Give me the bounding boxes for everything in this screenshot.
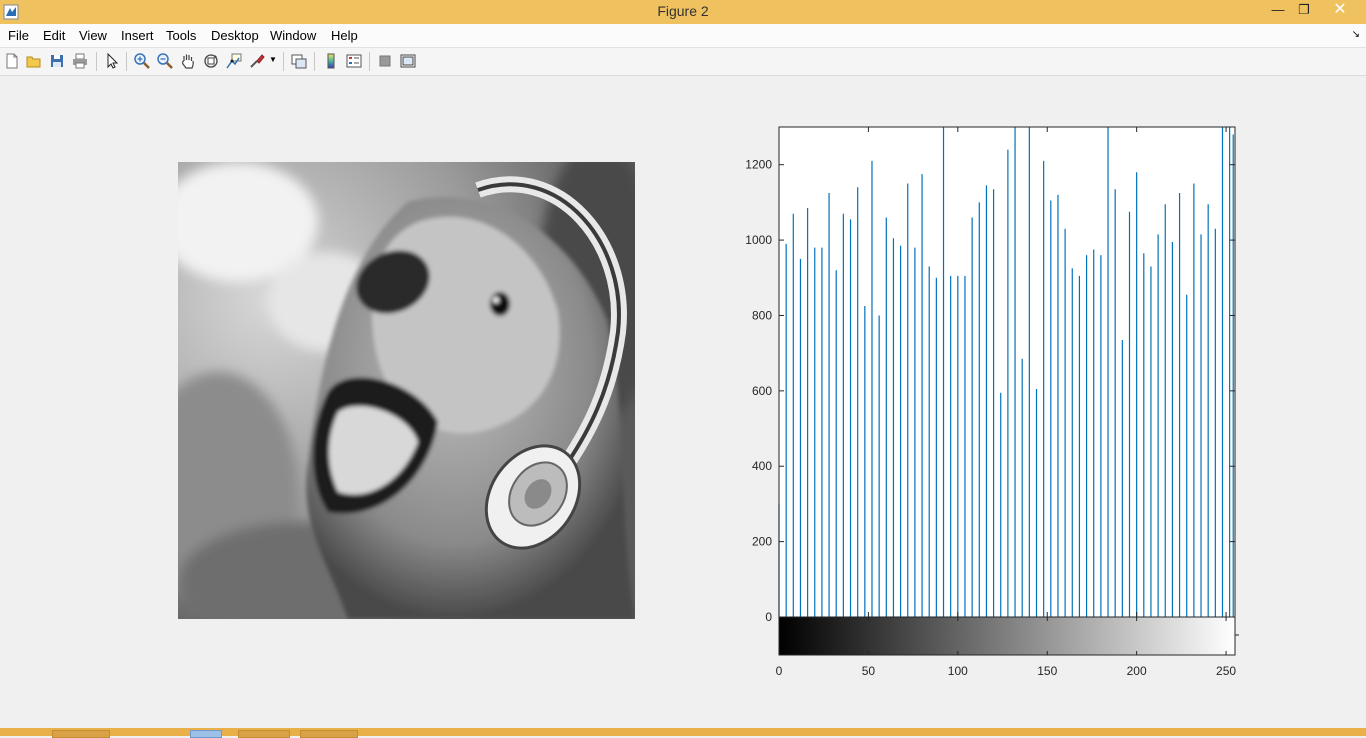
taskbar-button[interactable]	[238, 730, 290, 738]
toolbar-separator	[126, 52, 127, 71]
x-tick-label: 200	[1127, 664, 1147, 678]
menu-edit[interactable]: Edit	[43, 28, 65, 43]
y-tick-label: 400	[752, 459, 772, 473]
data-cursor-icon[interactable]	[225, 52, 243, 70]
colorbar-icon[interactable]	[322, 52, 340, 70]
hide-plot-tools-icon[interactable]	[376, 52, 394, 70]
x-tick-label: 0	[776, 664, 783, 678]
y-tick-label: 1000	[745, 233, 772, 247]
x-tick-label: 50	[862, 664, 876, 678]
brush-icon[interactable]	[248, 52, 266, 70]
y-tick-label: 1200	[745, 158, 772, 172]
menu-bar: File Edit View Insert Tools Desktop Wind…	[0, 24, 1366, 48]
toolbar-separator	[369, 52, 370, 71]
link-plot-icon[interactable]	[290, 52, 308, 70]
new-figure-icon[interactable]	[3, 52, 21, 70]
grayscale-colorbar	[778, 616, 1236, 656]
y-tick-label: 200	[752, 535, 772, 549]
show-plot-tools-icon[interactable]	[399, 52, 417, 70]
dock-arrow-icon[interactable]: ↘	[1352, 29, 1360, 40]
toolbar-separator	[314, 52, 315, 71]
toolbar-separator	[283, 52, 284, 71]
menu-help[interactable]: Help	[331, 28, 358, 43]
title-bar: Figure 2 — ❐ ✕	[0, 0, 1366, 24]
y-tick-label: 0	[765, 610, 772, 624]
menu-insert[interactable]: Insert	[121, 28, 154, 43]
grayscale-dog-image	[178, 162, 635, 619]
y-tick-label: 800	[752, 308, 772, 322]
menu-desktop[interactable]: Desktop	[211, 28, 259, 43]
axes-box	[778, 126, 1236, 618]
zoom-in-icon[interactable]	[133, 52, 151, 70]
restore-button[interactable]: ❐	[1289, 0, 1319, 22]
brush-dropdown-icon[interactable]: ▼	[269, 55, 277, 64]
toolbar-separator	[96, 52, 97, 71]
zoom-out-icon[interactable]	[156, 52, 174, 70]
figure-toolbar: ▼	[0, 48, 1366, 76]
taskbar-button[interactable]	[300, 730, 358, 738]
x-tick-label: 100	[948, 664, 968, 678]
menu-tools[interactable]: Tools	[166, 28, 196, 43]
menu-view[interactable]: View	[79, 28, 107, 43]
pan-hand-icon[interactable]	[179, 52, 197, 70]
save-icon[interactable]	[48, 52, 66, 70]
menu-window[interactable]: Window	[270, 28, 316, 43]
taskbar-button[interactable]	[190, 730, 222, 738]
open-file-icon[interactable]	[25, 52, 43, 70]
print-icon[interactable]	[71, 52, 89, 70]
axes-background	[779, 127, 1235, 617]
legend-icon[interactable]	[345, 52, 363, 70]
taskbar-button[interactable]	[52, 730, 110, 738]
x-tick-label: 250	[1216, 664, 1236, 678]
rotate-3d-icon[interactable]	[202, 52, 220, 70]
y-tick-label: 600	[752, 384, 772, 398]
select-arrow-icon[interactable]	[103, 52, 121, 70]
window-title: Figure 2	[657, 3, 709, 19]
menu-file[interactable]: File	[8, 28, 29, 43]
close-button[interactable]: ✕	[1316, 0, 1364, 22]
x-tick-label: 150	[1037, 664, 1057, 678]
